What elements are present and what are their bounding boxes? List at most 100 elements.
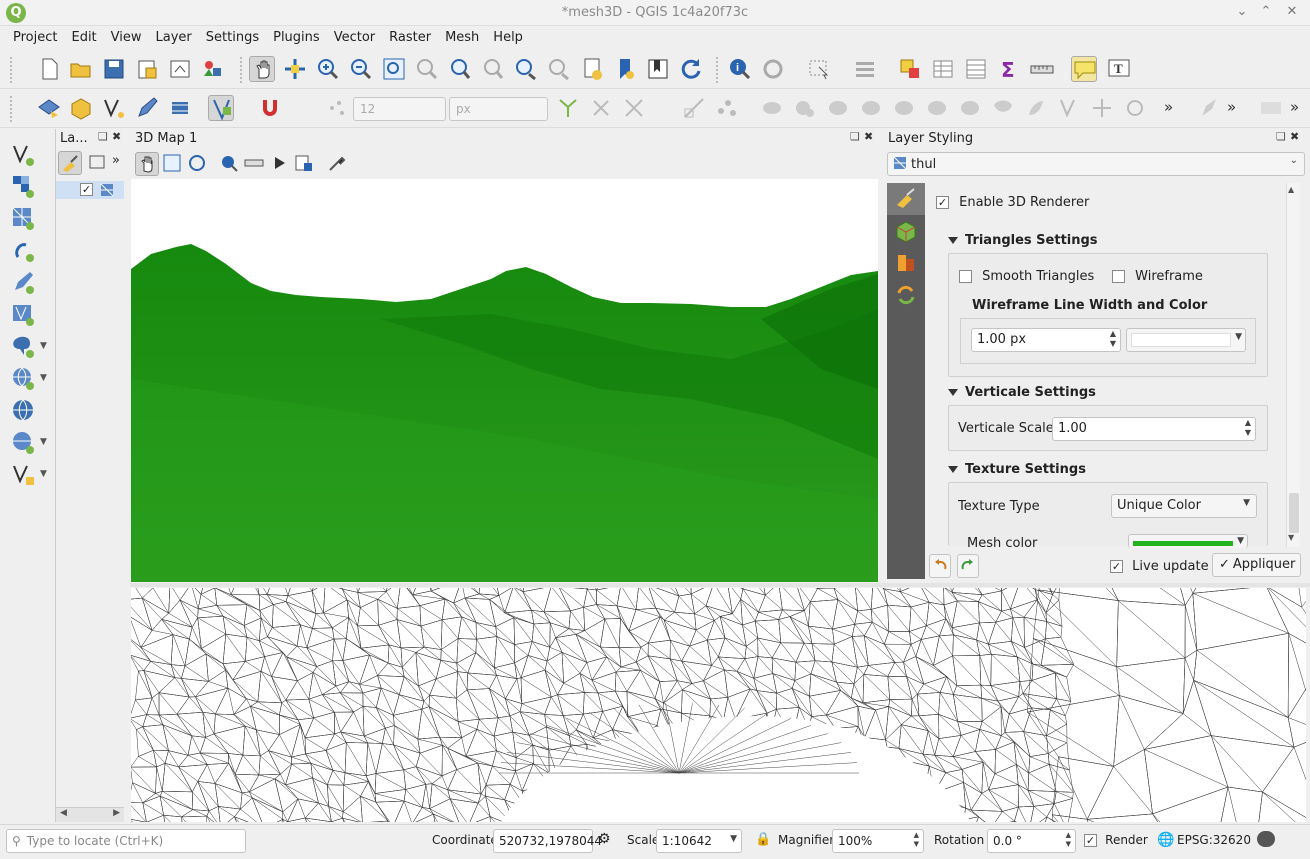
triangles-settings-header[interactable]: Triangles Settings: [948, 233, 1098, 248]
add-wms-layer-icon[interactable]: [10, 365, 36, 391]
shape-tool-12-icon[interactable]: [1122, 95, 1148, 121]
shape-tool-10-icon[interactable]: [1056, 95, 1082, 121]
pan-map-icon[interactable]: [249, 56, 275, 82]
zoom-out-icon[interactable]: [348, 56, 374, 82]
spinbox-arrows-icon[interactable]: ▲ ▼: [1245, 418, 1251, 438]
add-delimited-text-icon[interactable]: [10, 237, 36, 263]
map-canvas-2d[interactable]: [131, 588, 1306, 822]
dropdown-arrow-icon[interactable]: ▼: [40, 437, 47, 447]
float-panel-icon[interactable]: ❏: [850, 130, 860, 143]
texture-settings-header[interactable]: Texture Settings: [948, 462, 1086, 477]
smooth-triangles-checkbox[interactable]: [959, 270, 972, 283]
vertex-tool-icon[interactable]: [714, 95, 740, 121]
apply-button[interactable]: ✓ Appliquer: [1212, 553, 1301, 577]
toolbar-overflow-icon[interactable]: »: [1164, 98, 1173, 116]
map3d-canvas[interactable]: [131, 179, 878, 582]
digitize-vertex-icon[interactable]: [101, 95, 127, 121]
map-splitter[interactable]: [130, 583, 1310, 587]
toggle-editing-icon[interactable]: [134, 95, 160, 121]
shape-tool-3-icon[interactable]: [825, 95, 851, 121]
add-postgis-icon[interactable]: [10, 333, 36, 359]
deselect-icon[interactable]: [897, 56, 923, 82]
menu-help[interactable]: Help: [486, 26, 530, 45]
float-panel-icon[interactable]: ❏: [1276, 130, 1286, 143]
add-vector-layer-icon[interactable]: [10, 141, 36, 167]
layer-visibility-checkbox[interactable]: ✓: [80, 183, 93, 196]
close-panel-icon[interactable]: ✖: [112, 130, 121, 143]
menu-edit[interactable]: Edit: [64, 26, 103, 45]
label-pin-icon[interactable]: [1196, 95, 1222, 121]
animation-play-icon[interactable]: [268, 152, 292, 176]
menu-plugins[interactable]: Plugins: [266, 26, 327, 45]
dropdown-arrow-icon[interactable]: ▼: [40, 469, 47, 479]
wireframe-checkbox[interactable]: [1112, 270, 1125, 283]
rotation-spinbox[interactable]: 0.0 ° ▲ ▼: [987, 829, 1076, 853]
statistics-sum-icon[interactable]: Σ: [996, 56, 1022, 82]
shape-tool-5-icon[interactable]: [891, 95, 917, 121]
layer-row-thul[interactable]: ✓: [56, 181, 124, 199]
open-project-icon[interactable]: [68, 56, 94, 82]
spinbox-arrows-icon[interactable]: ▲ ▼: [1066, 831, 1071, 849]
zoom-full-icon[interactable]: [381, 56, 407, 82]
texture-type-select[interactable]: Unique Color ▼: [1111, 494, 1257, 518]
unit-select[interactable]: px: [449, 97, 548, 121]
minimize-icon[interactable]: ⌄: [1233, 3, 1251, 21]
print-layout-icon[interactable]: [167, 56, 193, 82]
action-icon[interactable]: [760, 56, 786, 82]
menu-layer[interactable]: Layer: [149, 26, 199, 45]
tab-rendering[interactable]: [887, 247, 925, 279]
spinbox-arrows-icon[interactable]: ▲ ▼: [914, 831, 919, 849]
style-manager-icon[interactable]: [200, 56, 226, 82]
snapping-type-icon[interactable]: [324, 95, 350, 121]
zoom-full-3d-icon[interactable]: [161, 152, 185, 176]
zoom-next-icon[interactable]: [546, 56, 572, 82]
float-panel-icon[interactable]: ❏: [98, 130, 108, 143]
render-checkbox[interactable]: ✓: [1084, 834, 1097, 847]
messages-icon[interactable]: [1257, 831, 1275, 847]
add-wcs-layer-icon[interactable]: [10, 429, 36, 455]
mesh-editing-icon[interactable]: [167, 95, 193, 121]
close-panel-icon[interactable]: ✖: [1290, 130, 1299, 143]
pan-3d-icon[interactable]: [135, 152, 159, 176]
new-layer-icon[interactable]: [10, 461, 36, 487]
zoom-last-icon[interactable]: [513, 56, 539, 82]
field-calculator-icon[interactable]: [963, 56, 989, 82]
zoom-to-layer-icon[interactable]: [447, 56, 473, 82]
camera-north-icon[interactable]: [186, 152, 210, 176]
add-spatialite-icon[interactable]: [10, 301, 36, 327]
export-3d-icon[interactable]: [293, 152, 317, 176]
delete-icon[interactable]: [588, 95, 614, 121]
spinbox-arrows-icon[interactable]: ▲ ▼: [1110, 329, 1116, 349]
menu-settings[interactable]: Settings: [199, 26, 266, 45]
zoom-native-icon[interactable]: [480, 56, 506, 82]
configure-3d-icon[interactable]: [326, 152, 350, 176]
dropdown-arrow-icon[interactable]: ▼: [40, 341, 47, 351]
split-features-icon[interactable]: [555, 95, 581, 121]
wireframe-row[interactable]: Wireframe: [1112, 269, 1203, 284]
identify-3d-icon[interactable]: [218, 152, 242, 176]
dropdown-arrow-icon[interactable]: ▼: [40, 373, 47, 383]
shape-tool-1-icon[interactable]: [759, 95, 785, 121]
mesh-layer-icon[interactable]: [208, 95, 234, 121]
merge-icon[interactable]: [621, 95, 647, 121]
text-annotation-icon[interactable]: T: [1106, 56, 1132, 82]
menu-raster[interactable]: Raster: [382, 26, 438, 45]
advanced-digitize-icon[interactable]: [681, 95, 707, 121]
zoom-to-selection-icon[interactable]: [414, 56, 440, 82]
attribute-table-icon[interactable]: [930, 56, 956, 82]
font-size-spinbox[interactable]: 12: [353, 97, 446, 121]
show-bookmarks-icon[interactable]: [612, 56, 638, 82]
add-3d-layer-icon[interactable]: [68, 95, 94, 121]
add-group-icon[interactable]: [86, 151, 110, 175]
add-gps-layer-icon[interactable]: [10, 269, 36, 295]
map-tips-icon[interactable]: [1071, 56, 1097, 82]
tab-symbology[interactable]: [887, 183, 925, 215]
live-update-checkbox[interactable]: ✓: [1110, 560, 1123, 573]
enable-3d-row[interactable]: ✓ Enable 3D Renderer: [936, 195, 1089, 210]
toolbar-grip[interactable]: [10, 57, 14, 83]
tab-3d-view[interactable]: [887, 215, 925, 247]
redo-style-button[interactable]: [957, 554, 979, 578]
lock-scale-icon[interactable]: 🔒: [755, 832, 771, 847]
zoom-in-icon[interactable]: [315, 56, 341, 82]
layers-scrollbar[interactable]: ◀ ▶: [56, 807, 124, 822]
